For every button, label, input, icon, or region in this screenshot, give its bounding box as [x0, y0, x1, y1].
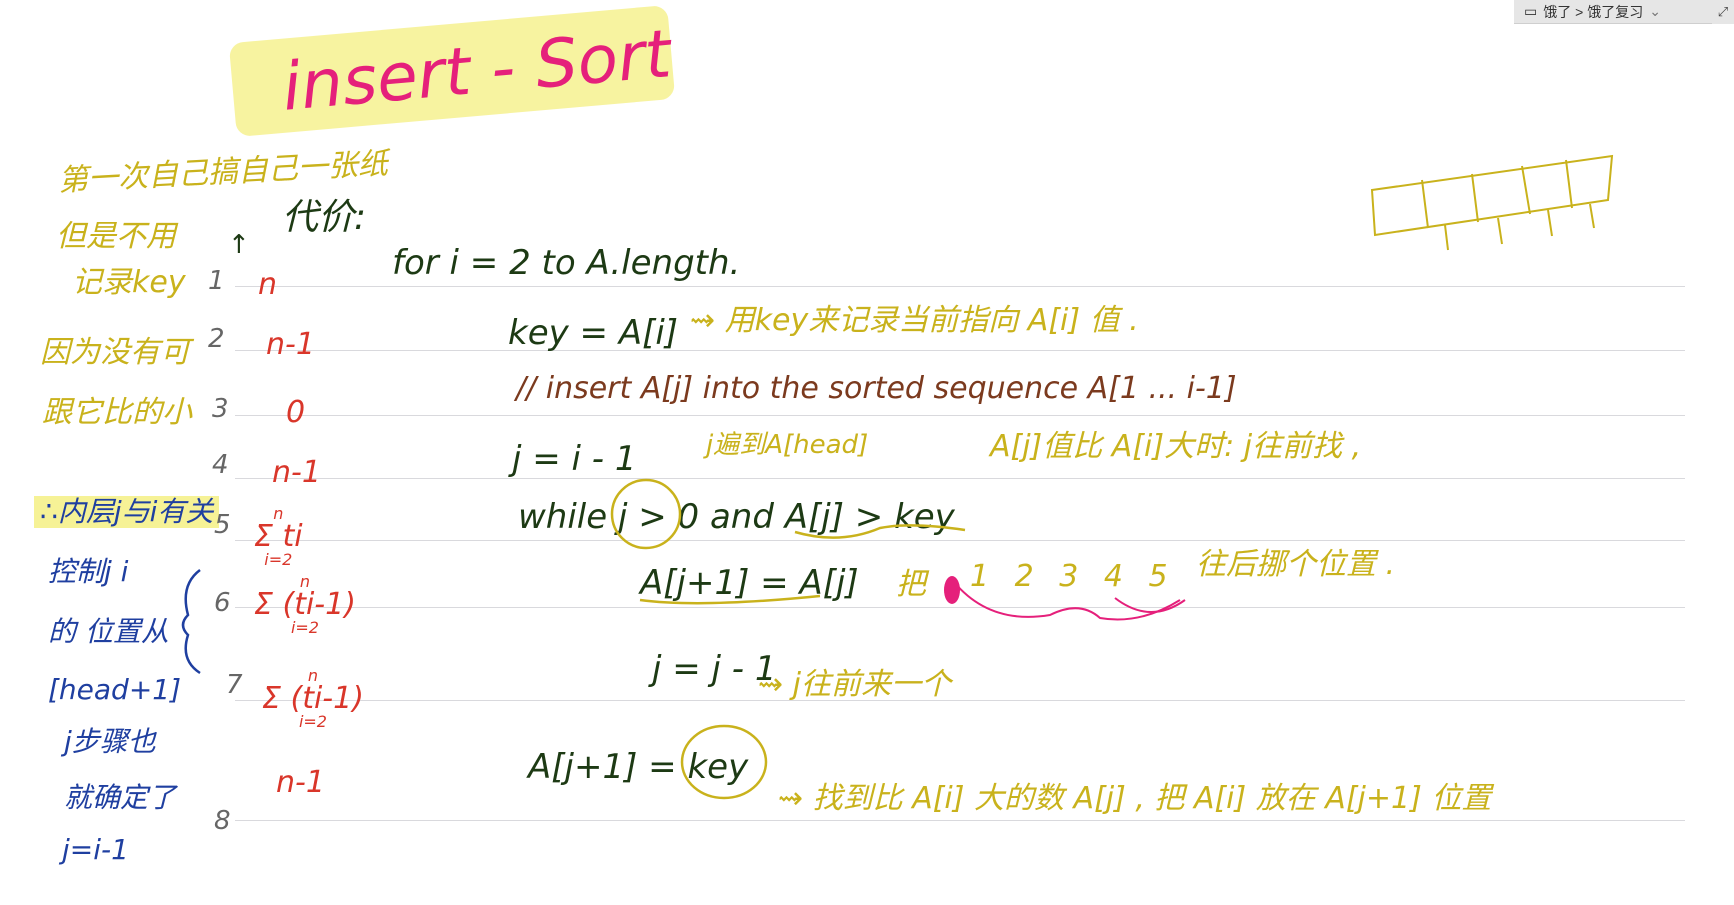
annotation-key: ⇝ 用key来记录当前指向 A[i] 值 .	[690, 303, 1139, 338]
annotation-final: ⇝ 找到比 A[i] 大的数 A[j] , 把 A[i] 放在 A[j+1] 位…	[778, 781, 1492, 816]
annotation-while: A[j]值比 A[i]大时: j往前找 ,	[990, 429, 1362, 464]
annotation-shift-2: 1 2 3 4 5	[970, 559, 1176, 594]
annotation-j-head: j遍到A[head]	[706, 430, 869, 460]
annotation-j-decrement: ⇝ j往前来一个	[758, 667, 952, 702]
annotation-shift-3: 往后挪个位置 .	[1196, 547, 1396, 582]
annotation-shift-1: 把	[896, 567, 926, 602]
